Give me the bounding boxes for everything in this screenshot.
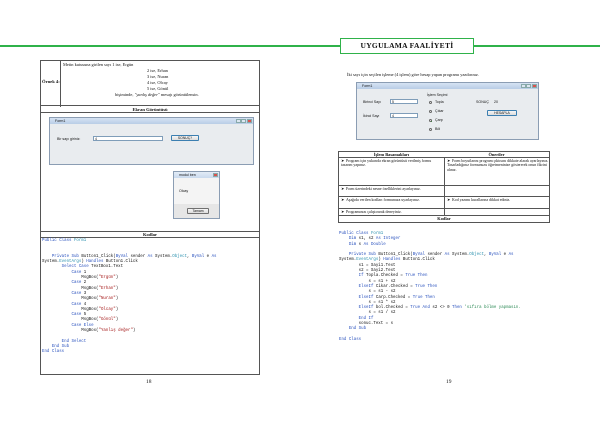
form1-title: Form1	[55, 119, 66, 123]
tip-cell: ➤ Form boyutlarını program çıktısını dikk…	[447, 159, 549, 172]
msgbox-window: modul ben Olcay Tamam	[173, 171, 220, 219]
step-cell: ➤ Aşağıda verilen kodları formunuza uyarl…	[341, 198, 420, 202]
example-last-quote: "yanlış değer"	[134, 92, 160, 97]
table-row: ➤ Form üzerindeki nesne özelliklerini aya…	[339, 186, 549, 197]
example-line: 3 ise, Nuran	[147, 74, 169, 79]
table-row: ➤ Program için yukarıda ekran görüntüsü v…	[339, 158, 549, 186]
code-box: Public Class Form1 Dim s1, s2 As Integer…	[338, 232, 550, 361]
option-multiply-label: Çarp	[435, 118, 443, 122]
screen-title: Ekran Görüntüsü	[40, 106, 260, 113]
form1-titlebar: Form1	[50, 118, 253, 124]
close-icon[interactable]	[247, 119, 252, 123]
calc-form-title: Form1	[362, 84, 373, 88]
option-multiply-radio[interactable]	[429, 119, 432, 122]
option-add-radio[interactable]	[429, 101, 432, 104]
example-line: 2 ise, Erhan	[147, 68, 168, 73]
msgbox-message: Olcay	[179, 189, 189, 193]
second-number-input[interactable]: 4	[390, 113, 418, 118]
code-box: Public Class Form1 Private Sub Button1_C…	[40, 238, 260, 375]
code-listing: Public Class Form1 Dim s1, s2 As Integer…	[339, 232, 521, 343]
msgbox-ok-button[interactable]: Tamam	[187, 208, 209, 214]
code-line: End Class	[339, 337, 362, 342]
example-last-suffix: mesajı görüntülensin.	[159, 92, 199, 97]
tip-cell: ➤ Kod yazımı kurallarına dikkat ediniz.	[447, 198, 511, 202]
page-number: 18	[146, 379, 152, 385]
task-intro: İki sayı için seçilen işleme (4 işlem) g…	[347, 72, 479, 77]
page-number: 19	[446, 379, 452, 385]
table-row: ➤ Programınızı çalıştırarak deneyiniz.	[339, 209, 549, 216]
calculate-button[interactable]: HESAPLA	[487, 110, 517, 116]
second-number-label: İkinci Sayı	[363, 114, 380, 118]
maximize-icon[interactable]	[526, 84, 531, 88]
example-last-prefix: bişiminde,	[115, 92, 135, 97]
close-icon[interactable]	[532, 84, 537, 88]
tips-column-header: Öneriler	[488, 152, 505, 157]
screen-box: Form1 Bir sayı giriniz: 4 SONUÇ? modul b…	[40, 113, 260, 231]
example-line: 4 ise, Olcay	[147, 80, 168, 85]
first-number-input[interactable]: 5	[390, 99, 418, 104]
activity-banner: UYGULAMA FAALİYETİ	[340, 38, 474, 54]
code-listing: Public Class Form1 Private Sub Button1_C…	[42, 239, 217, 356]
msgbox-close-icon[interactable]	[213, 173, 218, 177]
form1-window: Form1 Bir sayı giriniz: 4 SONUÇ?	[49, 117, 254, 165]
form1-result-button[interactable]: SONUÇ?	[171, 135, 199, 141]
codes-title: Kodlar	[437, 216, 451, 221]
msgbox-title: modul ben	[179, 173, 196, 177]
example-line: Metin kutusuna girilen sayı 1 ise, Ergün	[63, 62, 134, 67]
form1-input-label: Bir sayı giriniz:	[57, 137, 81, 141]
example-label: Örnek 4:	[41, 61, 61, 107]
form1-number-input[interactable]: 4	[93, 136, 163, 141]
option-subtract-label: Çıkar	[435, 109, 444, 113]
example-box: Örnek 4: Metin kutusuna girilen sayı 1 i…	[40, 60, 261, 107]
header-rule	[0, 45, 600, 47]
maximize-icon[interactable]	[241, 119, 246, 123]
result-label: SONUÇ	[476, 100, 489, 104]
calc-form-window: Form1 Birinci Sayı 5 İkinci Sayı 4 İşlem…	[356, 82, 539, 140]
steps-table: İşlem Basamakları Öneriler ➤ Program için…	[338, 151, 550, 223]
step-cell: ➤ Form üzerindeki nesne özelliklerini aya…	[341, 187, 421, 191]
table-row: ➤ Aşağıda verilen kodları formunuza uyarl…	[339, 197, 549, 209]
step-cell: ➤ Programınızı çalıştırarak deneyiniz.	[341, 210, 402, 214]
calc-form-titlebar: Form1	[357, 83, 538, 89]
example-line-last: bişiminde, "yanlış değer" mesajı görüntü…	[115, 92, 199, 97]
steps-column-header: İşlem Basamakları	[373, 152, 410, 157]
option-add-label: Topla	[435, 100, 444, 104]
codes-title: Kodlar	[40, 231, 260, 238]
first-number-label: Birinci Sayı	[363, 100, 381, 104]
result-value: 20	[494, 100, 498, 104]
example-line: 5 ise, Gönül	[147, 86, 169, 91]
option-divide-radio[interactable]	[429, 128, 432, 131]
example-text: Metin kutusuna girilen sayı 1 ise, Ergün…	[61, 61, 261, 107]
code-line: End Class	[42, 350, 65, 355]
step-cell: ➤ Program için yukarıda ekran görüntüsü v…	[341, 159, 432, 168]
operation-group-label: İşlem Seçimi	[427, 93, 448, 97]
option-subtract-radio[interactable]	[429, 110, 432, 113]
option-divide-label: Böl	[435, 127, 441, 131]
